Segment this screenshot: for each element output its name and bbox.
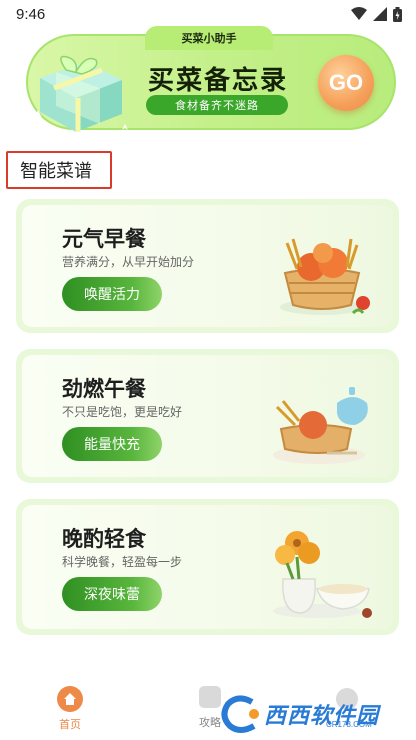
card-inner: 元气早餐 营养满分，从早开始加分 唤醒活力 (22, 205, 393, 327)
signal-icon (373, 7, 387, 21)
card-subtitle: 营养满分，从早开始加分 (62, 255, 195, 269)
dinner-flower-bowl-icon (273, 531, 372, 618)
nav-home[interactable]: 首页 (50, 686, 90, 732)
card-title: 元气早餐 (62, 228, 146, 251)
section-title: 智能菜谱 (6, 151, 112, 189)
banner-tab-label: 买菜小助手 (145, 26, 273, 50)
battery-icon (393, 6, 402, 22)
lunch-button[interactable]: 能量快充 (62, 427, 162, 461)
card-inner: 晚酌轻食 科学晚餐，轻盈每一步 深夜味蕾 (22, 505, 393, 629)
gift-box-icon (34, 55, 128, 132)
breakfast-basket-icon (280, 238, 370, 315)
wifi-icon (351, 7, 367, 20)
card-subtitle: 科学晚餐，轻盈每一步 (62, 555, 183, 569)
dinner-button[interactable]: 深夜味蕾 (62, 577, 162, 611)
card-title: 劲燃午餐 (62, 378, 146, 401)
watermark: 西西软件园 CR173.COM (218, 694, 410, 734)
recipe-card-breakfast[interactable]: 元气早餐 营养满分，从早开始加分 唤醒活力 (16, 199, 399, 333)
recipe-card-lunch[interactable]: 劲燃午餐 不只是吃饱，更是吃好 能量快充 (16, 349, 399, 483)
go-button[interactable]: GO (318, 55, 374, 111)
nav-home-label: 首页 (59, 719, 81, 731)
banner-title: 买菜备忘录 (147, 65, 288, 95)
card-inner: 劲燃午餐 不只是吃饱，更是吃好 能量快充 (22, 355, 393, 477)
watermark-logo-icon (221, 695, 259, 733)
card-title: 晚酌轻食 (62, 528, 146, 551)
home-icon (57, 686, 83, 712)
recipe-card-dinner[interactable]: 晚酌轻食 科学晚餐，轻盈每一步 深夜味蕾 (16, 499, 399, 635)
lunch-teapot-icon (273, 387, 368, 464)
banner-subtitle: 食材备齐不迷路 (146, 95, 288, 115)
watermark-sub: CR173.COM (326, 720, 372, 729)
status-icons (351, 6, 402, 22)
card-subtitle: 不只是吃饱，更是吃好 (62, 405, 183, 419)
status-time: 9:46 (16, 5, 46, 23)
breakfast-button[interactable]: 唤醒活力 (62, 277, 162, 311)
status-bar: 9:46 (0, 0, 416, 28)
